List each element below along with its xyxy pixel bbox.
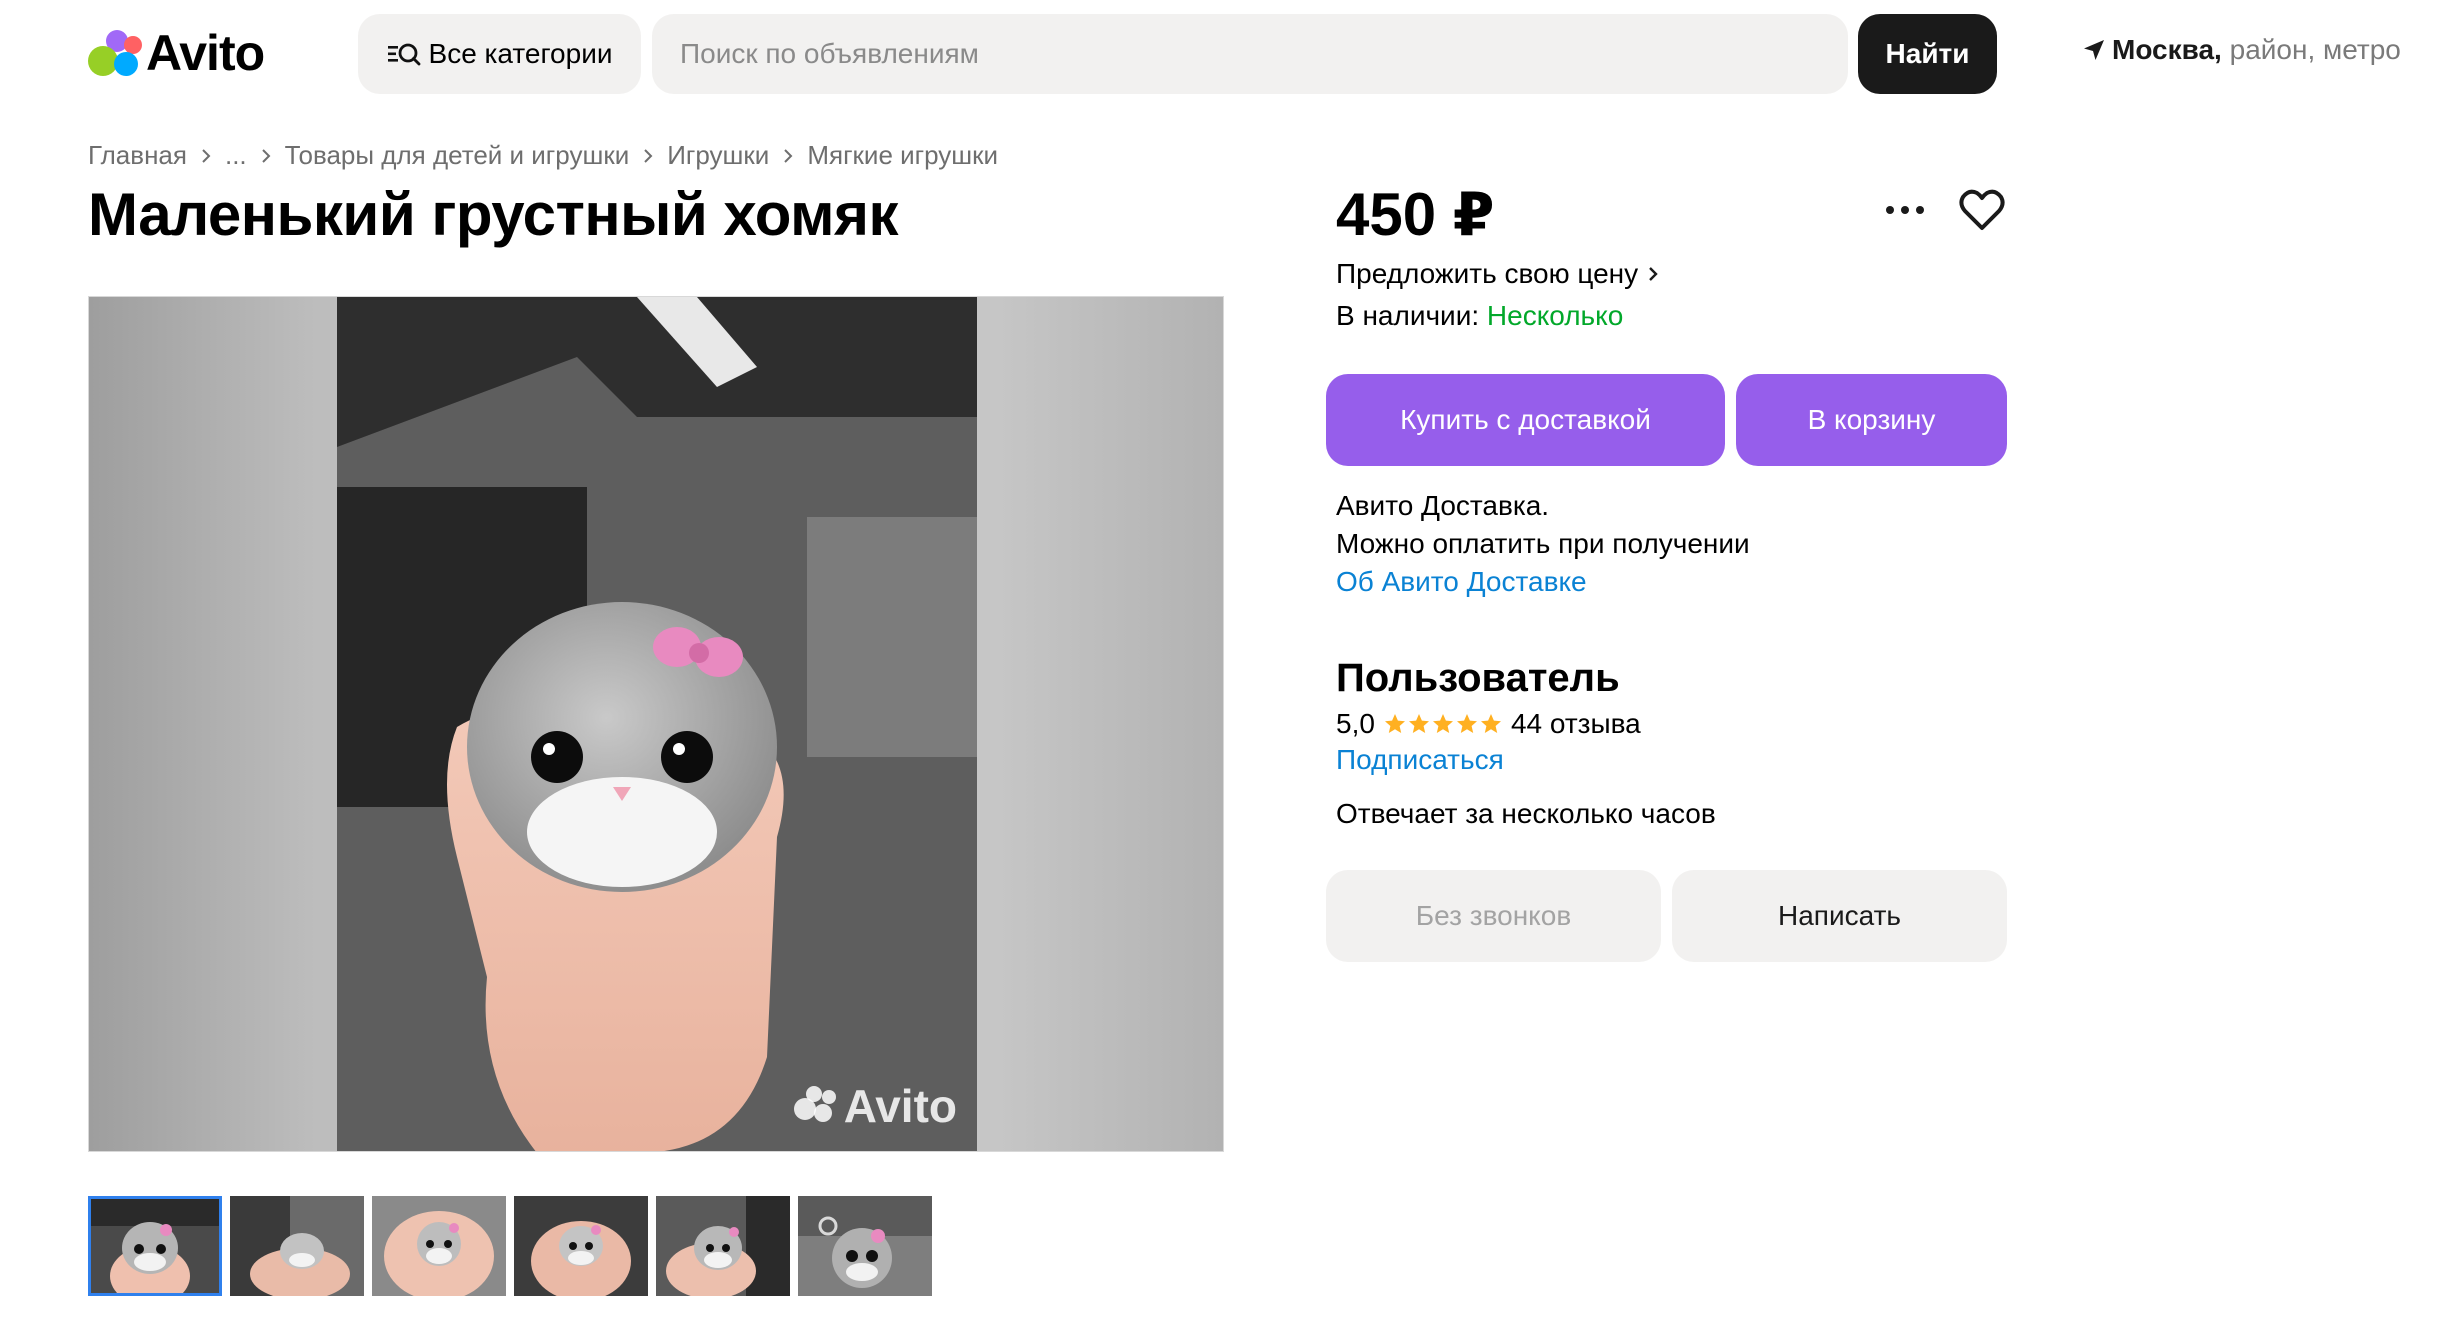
- breadcrumb-kids-goods[interactable]: Товары для детей и игрушки: [285, 140, 630, 171]
- delivery-title: Авито Доставка.: [1336, 490, 1550, 521]
- delivery-payment-note: Можно оплатить при получении: [1336, 528, 1750, 559]
- breadcrumb-toys[interactable]: Игрушки: [667, 140, 769, 171]
- thumbnail-strip: [88, 1196, 932, 1296]
- add-to-cart-button[interactable]: В корзину: [1736, 374, 2007, 466]
- avito-watermark: Avito: [793, 1079, 957, 1133]
- star-icon: [1408, 714, 1429, 733]
- avito-logo[interactable]: Avito: [88, 25, 265, 81]
- location-selector[interactable]: Москва, район, метро: [2082, 34, 2401, 66]
- reviews-link[interactable]: 44 отзыва: [1511, 708, 1641, 740]
- logo-dots-icon: [88, 28, 142, 78]
- all-categories-button[interactable]: Все категории: [358, 14, 641, 94]
- location-arrow-icon: [2082, 38, 2106, 62]
- more-options-icon[interactable]: [1880, 190, 1930, 230]
- write-message-button[interactable]: Написать: [1672, 870, 2007, 962]
- stock-value: Несколько: [1486, 300, 1624, 331]
- seller-name[interactable]: Пользователь: [1336, 656, 1620, 701]
- hamster-photo: Avito: [337, 297, 977, 1151]
- thumbnail-5[interactable]: [656, 1196, 790, 1296]
- chevron-right-icon: [1648, 266, 1658, 282]
- star-icon: [1432, 714, 1453, 733]
- all-categories-label: Все категории: [428, 38, 613, 69]
- location-hint: район, метро: [2221, 34, 2401, 65]
- find-button[interactable]: Найти: [1858, 14, 1997, 94]
- breadcrumb-ellipsis[interactable]: ...: [225, 140, 247, 171]
- star-icon: [1384, 714, 1405, 733]
- chevron-right-icon: [261, 148, 271, 164]
- rating-value: 5,0: [1336, 708, 1375, 739]
- thumbnail-6[interactable]: [798, 1196, 932, 1296]
- thumbnail-4[interactable]: [514, 1196, 648, 1296]
- breadcrumb-home[interactable]: Главная: [88, 140, 187, 171]
- location-city: Москва,: [2112, 34, 2222, 65]
- seller-reply-time: Отвечает за несколько часов: [1336, 798, 1716, 829]
- chevron-right-icon: [643, 148, 653, 164]
- thumbnail-3[interactable]: [372, 1196, 506, 1296]
- about-delivery-link[interactable]: Об Авито Доставке: [1336, 566, 1587, 598]
- price: 450 ₽: [1336, 181, 1495, 248]
- rating-stars: [1383, 712, 1503, 736]
- chevron-right-icon: [783, 148, 793, 164]
- categories-search-icon: [387, 40, 421, 68]
- offer-price-link[interactable]: Предложить свою цену: [1336, 258, 1658, 290]
- favorite-heart-icon[interactable]: [1956, 184, 2008, 236]
- star-icon: [1480, 714, 1501, 733]
- search-input[interactable]: [652, 14, 1848, 94]
- buy-with-delivery-button[interactable]: Купить с доставкой: [1326, 374, 1725, 466]
- main-photo[interactable]: Avito: [88, 296, 1224, 1152]
- breadcrumb-soft-toys[interactable]: Мягкие игрушки: [807, 140, 998, 171]
- listing-title: Маленький грустный хомяк: [88, 181, 899, 248]
- seller-rating: 5,0 44 отзыва: [1336, 708, 1641, 740]
- no-calls-button: Без звонков: [1326, 870, 1661, 962]
- thumbnail-2[interactable]: [230, 1196, 364, 1296]
- stock-label: В наличии:: [1336, 300, 1480, 331]
- stock-status: В наличии: Несколько: [1336, 300, 1623, 332]
- thumbnail-1[interactable]: [88, 1196, 222, 1296]
- chevron-right-icon: [201, 148, 211, 164]
- breadcrumb: Главная ... Товары для детей и игрушки И…: [88, 140, 998, 171]
- logo-text: Avito: [146, 25, 265, 81]
- star-icon: [1456, 714, 1477, 733]
- subscribe-link[interactable]: Подписаться: [1336, 744, 1504, 776]
- offer-price-label: Предложить свою цену: [1336, 258, 1639, 289]
- watermark-text: Avito: [843, 1080, 957, 1132]
